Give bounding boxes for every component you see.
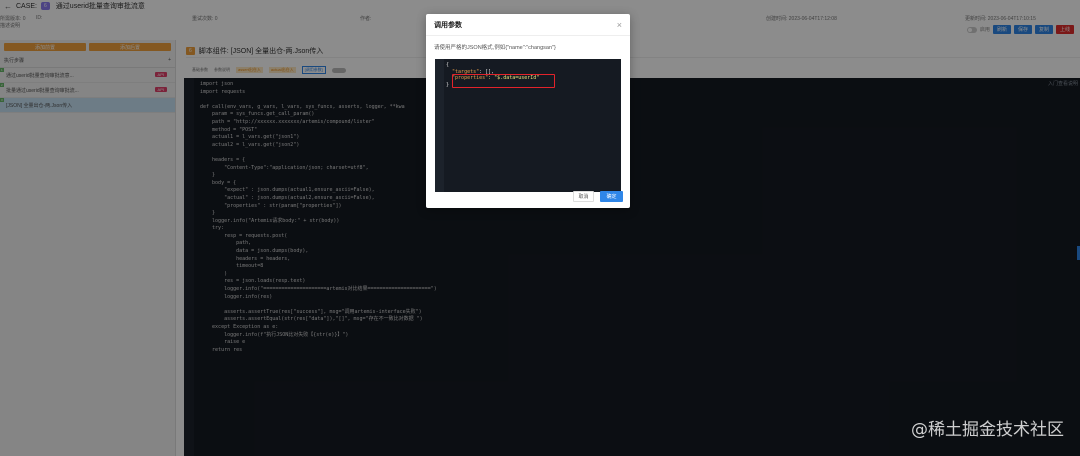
dialog-title: 调用参数	[434, 21, 462, 29]
dialog-header: 调用参数 ×	[426, 14, 630, 36]
cancel-button[interactable]: 取消	[573, 191, 594, 202]
json-gutter	[435, 59, 444, 192]
close-icon[interactable]: ×	[617, 20, 622, 30]
call-params-dialog: 调用参数 × 请使用严格的JSON格式,例如{"name":"changsan"…	[426, 14, 630, 208]
json-editor[interactable]: { "targets": [], "properties": "$.data=u…	[435, 59, 621, 192]
confirm-button[interactable]: 确定	[600, 191, 623, 202]
watermark: @稀土掘金技术社区	[911, 420, 1064, 440]
dialog-hint: 请使用严格的JSON格式,例如{"name":"changsan"}	[434, 45, 556, 51]
highlight-annotation	[452, 74, 555, 88]
